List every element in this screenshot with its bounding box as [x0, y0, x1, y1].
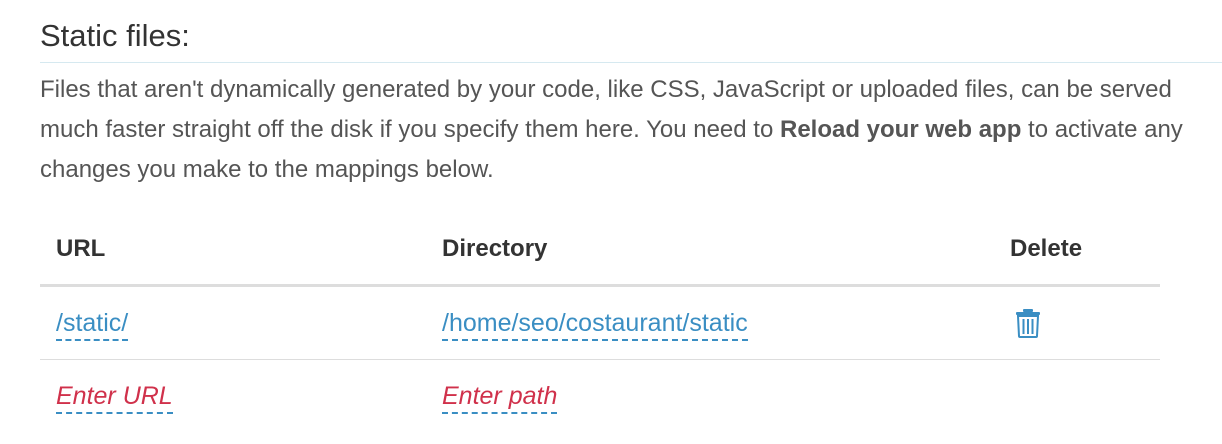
directory-editable-link[interactable]: /home/seo/costaurant/static — [442, 308, 748, 341]
enter-path-field[interactable]: Enter path — [442, 381, 558, 414]
title-divider — [40, 62, 1222, 63]
directory-column-header: Directory — [426, 214, 1010, 287]
delete-cell — [1010, 285, 1160, 360]
table-row: /static/ /home/seo/costaurant/static — [40, 285, 1160, 360]
section-description: Files that aren't dynamically generated … — [40, 70, 1190, 190]
url-cell: /static/ — [40, 285, 426, 360]
url-editable-link[interactable]: /static/ — [56, 308, 129, 341]
directory-cell: /home/seo/costaurant/static — [426, 285, 1010, 360]
url-column-header: URL — [40, 214, 426, 287]
delete-column-header: Delete — [1010, 214, 1160, 287]
reload-web-app-text: Reload your web app — [779, 116, 1022, 143]
static-files-table: URL Directory Delete /static/ /home/seo/… — [40, 214, 1160, 432]
new-url-cell: Enter URL — [40, 360, 426, 433]
new-path-cell: Enter path — [426, 360, 1010, 433]
new-delete-cell — [1010, 360, 1160, 433]
new-mapping-row: Enter URL Enter path — [40, 360, 1160, 433]
table-header-row: URL Directory Delete — [40, 214, 1160, 287]
trash-icon[interactable] — [1014, 308, 1042, 339]
section-title: Static files: — [40, 18, 190, 53]
enter-url-field[interactable]: Enter URL — [56, 381, 173, 414]
